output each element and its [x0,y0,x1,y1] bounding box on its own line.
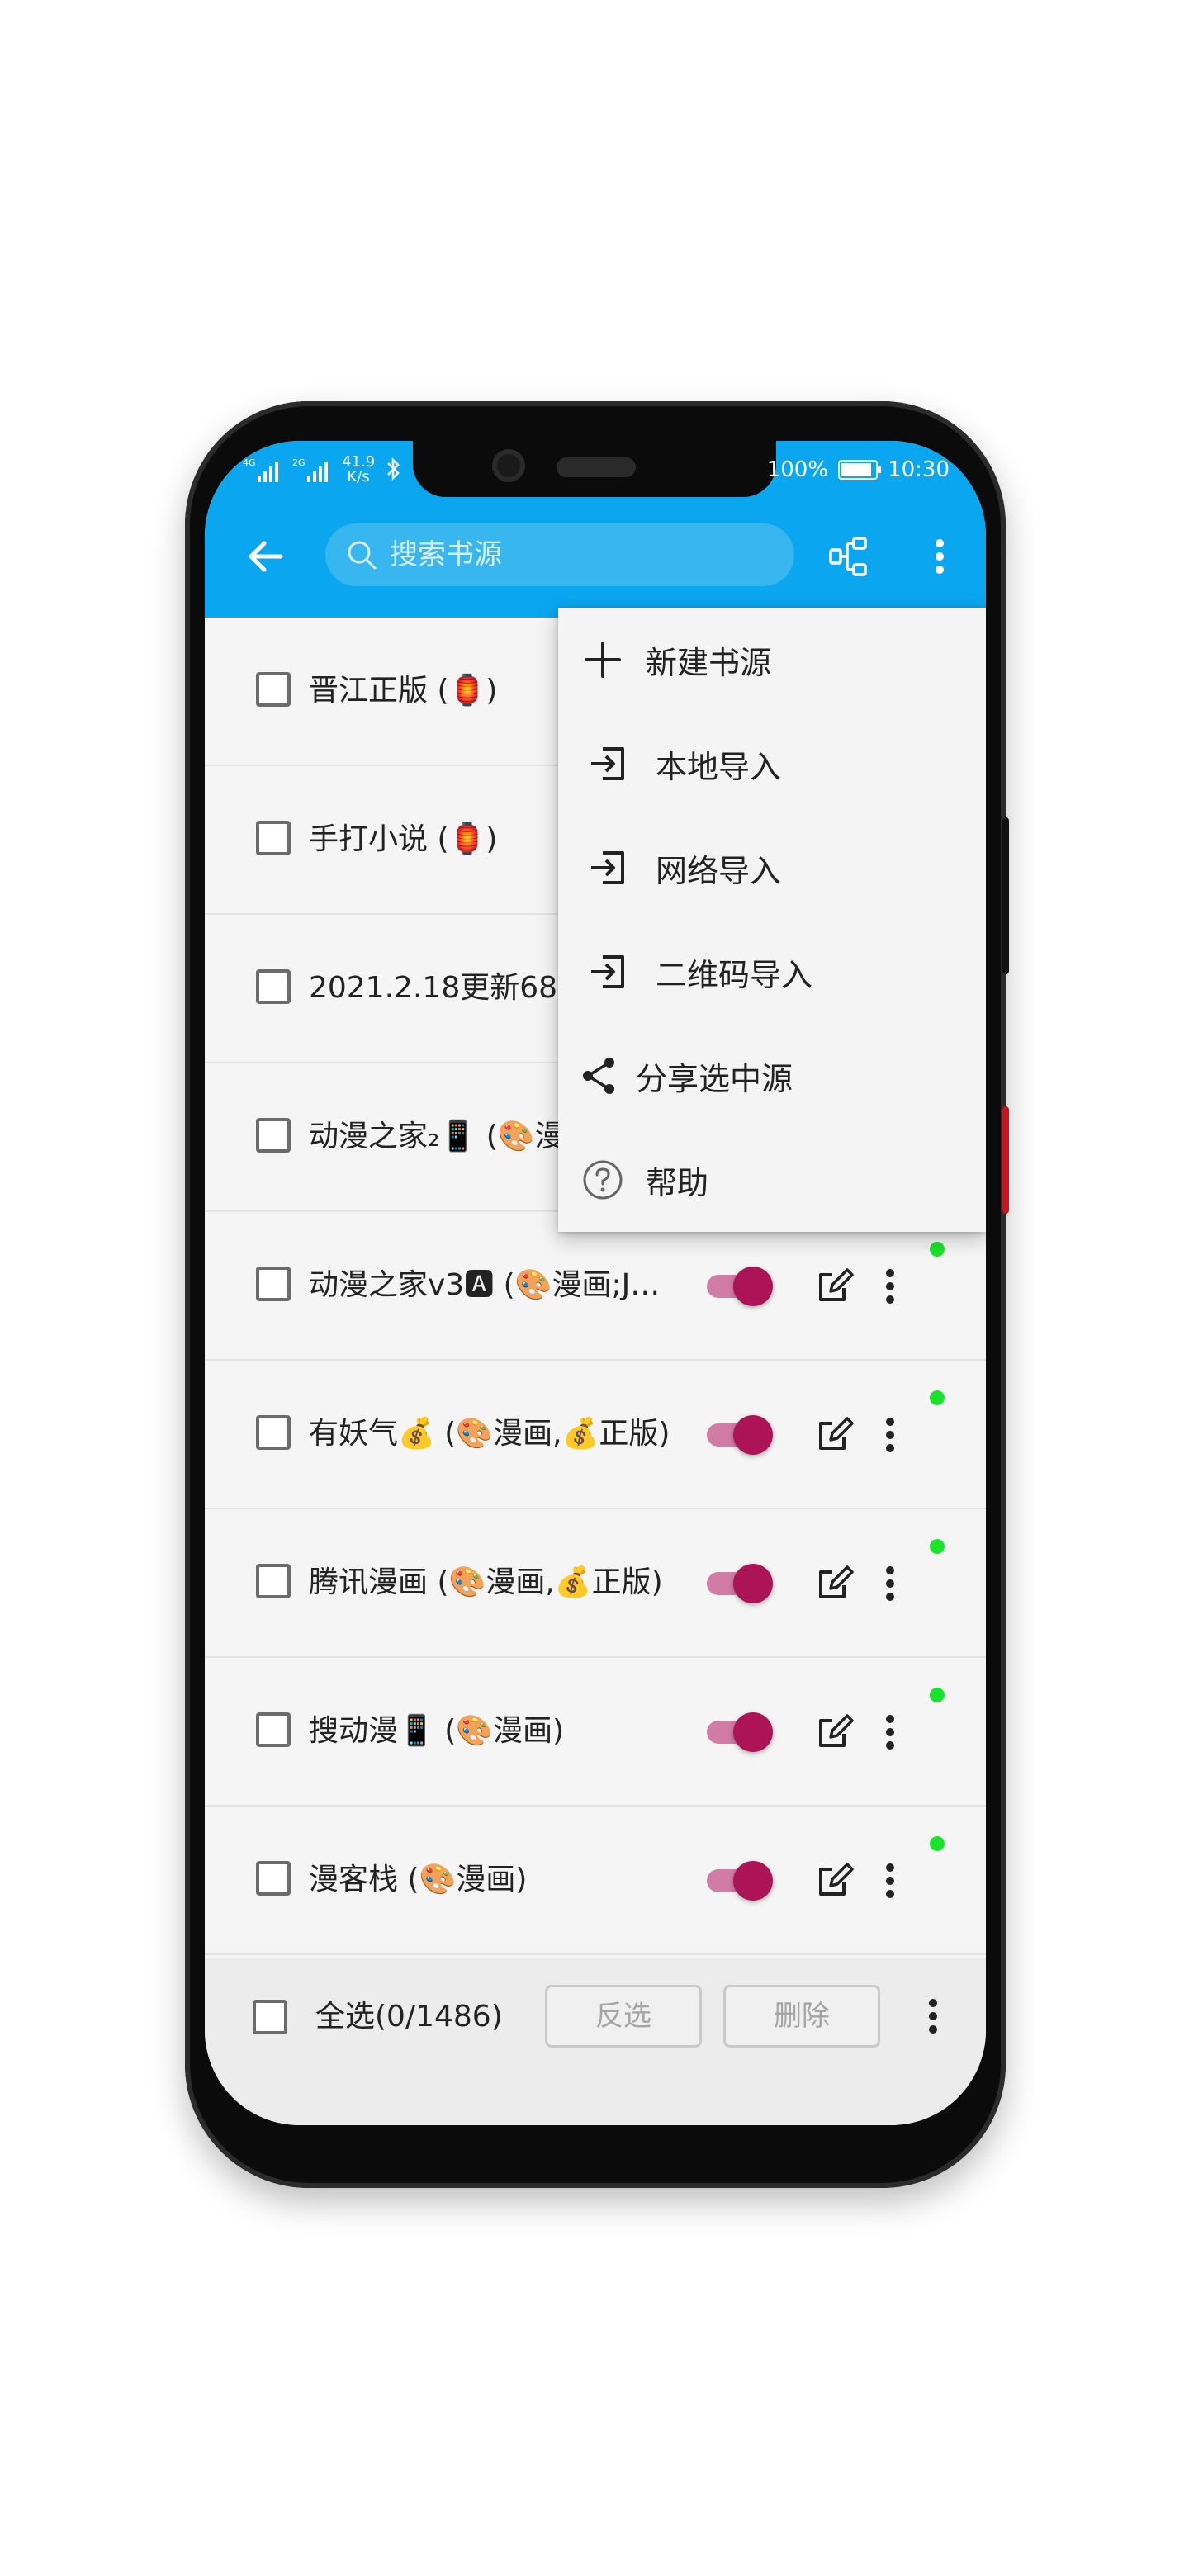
battery-icon [838,460,882,480]
select-checkbox[interactable] [256,1712,291,1747]
list-item[interactable]: 漫客栈 (🎨漫画) [205,1807,986,1955]
select-all-checkbox[interactable] [253,2000,287,2034]
edit-icon[interactable] [816,1861,854,1899]
menu-item-share-selected[interactable]: 分享选中源 [558,1024,986,1128]
signal-2-icon: 2G [292,457,328,482]
menu-item-help[interactable]: 帮助 [558,1128,986,1232]
earpiece-speaker [557,457,636,477]
front-camera [492,449,525,482]
app-screen: 4G 2G 41.9 K/s 100% 10:30 搜索书源 晋江正版 (🏮) … [205,441,986,2125]
more-vertical-icon[interactable] [880,1410,900,1460]
share-icon [578,1054,621,1097]
edit-icon[interactable] [816,1415,854,1453]
more-vertical-icon [936,539,944,574]
menu-item-label: 帮助 [646,1164,709,1201]
source-name: 动漫之家v3🅰 (🎨漫画;JS... [309,1268,672,1302]
select-checkbox[interactable] [256,1118,291,1153]
select-checkbox[interactable] [256,672,291,707]
svg-text:4G: 4G [243,457,256,468]
source-name: 搜动漫📱 (🎨漫画) [309,1714,565,1748]
network-speed: 41.9 K/s [342,453,376,485]
source-name: 漫客栈 (🎨漫画) [309,1863,528,1896]
app-bar: 4G 2G 41.9 K/s 100% 10:30 [205,441,986,618]
list-item[interactable]: 动漫之家v3🅰 (🎨漫画;JS... [205,1212,986,1361]
overflow-menu-button[interactable] [915,532,964,581]
more-vertical-icon[interactable] [880,1559,900,1608]
edit-icon[interactable] [816,1267,854,1305]
menu-item-label: 本地导入 [656,748,782,785]
status-dot [930,1539,945,1554]
bluetooth-icon [387,457,400,481]
status-dot [930,1688,945,1702]
help-icon [581,1158,624,1201]
select-checkbox[interactable] [256,1415,291,1450]
menu-item-label: 二维码导入 [656,956,813,993]
delete-button[interactable]: 删除 [723,1985,880,2048]
bottom-more-button[interactable] [923,1991,943,2041]
select-checkbox[interactable] [256,1564,291,1598]
hierarchy-icon [829,537,867,576]
edit-icon[interactable] [816,1712,854,1750]
enable-toggle[interactable] [705,1861,773,1901]
status-bar-right: 100% 10:30 [767,449,950,490]
menu-item-new-source[interactable]: 新建书源 [558,608,986,712]
camera-notch [413,441,776,497]
select-checkbox[interactable] [256,1861,291,1896]
status-dot [930,1242,945,1257]
more-vertical-icon[interactable] [880,1707,900,1757]
menu-item-label: 新建书源 [646,644,772,681]
signal-icon: 4G [243,457,278,482]
invert-selection-button[interactable]: 反选 [545,1985,702,2048]
menu-item-local-import[interactable]: 本地导入 [558,712,986,816]
source-name: 有妖气💰 (🎨漫画,💰正版) [309,1417,670,1451]
clock: 10:30 [888,457,950,482]
overflow-menu: 新建书源 本地导入 网络导入 二维码导入 分享选中源 帮助 [558,608,986,1232]
search-bar[interactable] [325,523,794,586]
plus-icon [581,638,624,681]
enable-toggle[interactable] [705,1267,773,1306]
group-button[interactable] [824,532,874,581]
select-checkbox[interactable] [256,1267,291,1301]
edit-icon[interactable] [816,1564,854,1602]
volume-button [1002,817,1009,974]
select-all-label[interactable]: 全选(0/1486) [315,2000,503,2034]
search-icon [348,541,377,570]
toggle-thumb [733,1861,773,1901]
more-vertical-icon [929,1999,937,2034]
import-icon [588,742,631,785]
source-name: 腾讯漫画 (🎨漫画,💰正版) [309,1565,663,1599]
enable-toggle[interactable] [705,1564,773,1603]
enable-toggle[interactable] [705,1712,773,1752]
status-dot [930,1836,945,1851]
import-icon [588,846,631,889]
select-checkbox[interactable] [256,969,291,1004]
more-vertical-icon[interactable] [880,1262,900,1311]
arrow-left-icon [249,541,283,572]
list-item[interactable]: 有妖气💰 (🎨漫画,💰正版) [205,1361,986,1509]
menu-item-network-import[interactable]: 网络导入 [558,816,986,920]
back-button[interactable] [243,533,289,580]
select-checkbox[interactable] [256,821,291,855]
bottom-action-bar: 全选(0/1486) 反选 删除 [205,1958,986,2125]
menu-item-label: 分享选中源 [636,1060,793,1097]
battery-percent: 100% [766,457,829,482]
menu-item-qr-import[interactable]: 二维码导入 [558,920,986,1024]
list-item[interactable]: 搜动漫📱 (🎨漫画) [205,1658,986,1807]
status-bar-left: 4G 2G 41.9 K/s [243,449,401,490]
toggle-thumb [733,1267,773,1306]
svg-text:2G: 2G [292,457,306,468]
search-input[interactable] [388,537,788,572]
status-dot [930,1390,945,1405]
toggle-thumb [733,1712,773,1752]
menu-item-label: 网络导入 [656,852,782,889]
toggle-thumb [733,1564,773,1603]
power-button [1002,1106,1009,1214]
enable-toggle[interactable] [705,1415,773,1455]
import-icon [588,950,631,993]
toggle-thumb [733,1415,773,1455]
list-item[interactable]: 腾讯漫画 (🎨漫画,💰正版) [205,1509,986,1658]
more-vertical-icon[interactable] [880,1856,900,1906]
